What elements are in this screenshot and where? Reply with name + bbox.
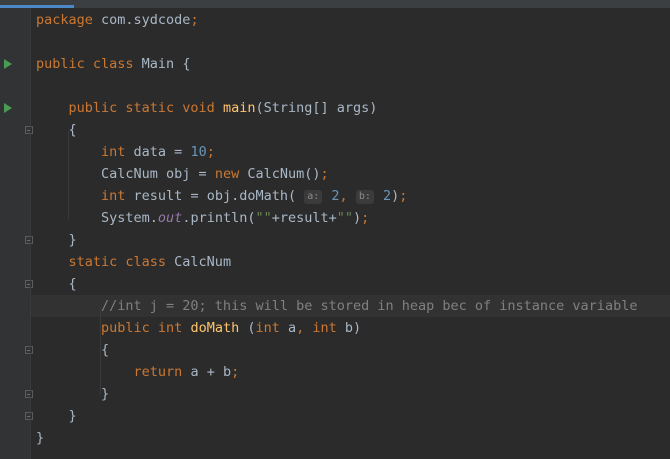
code-token: public static void — [36, 100, 223, 116]
code-line[interactable]: } — [36, 405, 77, 427]
code-token: ; — [231, 364, 240, 380]
code-token: int — [36, 188, 134, 204]
code-token: public class — [36, 56, 142, 72]
code-line[interactable]: public static void main(String[] args) — [36, 97, 378, 119]
code-token: return — [36, 364, 191, 380]
code-line[interactable]: System.out.println(""+result+""); — [36, 207, 369, 229]
code-token: int — [312, 320, 345, 336]
code-token: ; — [190, 12, 199, 28]
code-token: result = obj.doMath( — [133, 188, 305, 204]
code-line[interactable]: package com.sydcode; — [36, 9, 199, 31]
code-token: CalcNum() — [247, 166, 321, 182]
code-token: b) — [344, 320, 362, 336]
code-token: ) — [353, 210, 362, 226]
run-gutter-icon[interactable] — [4, 103, 12, 113]
code-line[interactable]: { — [36, 339, 109, 361]
code-token: new — [214, 166, 248, 182]
code-line[interactable]: public int doMath (int a, int b) — [36, 317, 361, 339]
code-token: int — [36, 144, 134, 160]
code-token: 2 — [374, 188, 392, 204]
code-line[interactable]: } — [36, 383, 109, 405]
code-token: "" — [336, 210, 354, 226]
code-token: 10 — [190, 144, 207, 160]
line-gutter — [0, 8, 33, 459]
code-line[interactable]: } — [36, 229, 77, 251]
code-token: a + b — [190, 364, 232, 380]
code-token: main — [222, 100, 256, 116]
code-token: { — [36, 342, 110, 358]
code-line[interactable]: //int j = 20; this will be stored in hea… — [36, 295, 637, 317]
code-token: Main — [141, 56, 183, 72]
code-token: { — [182, 56, 191, 72]
parameter-hint: b: — [355, 190, 374, 204]
code-line[interactable]: return a + b; — [36, 361, 240, 383]
code-token: { — [36, 122, 77, 138]
code-line[interactable]: int result = obj.doMath( a: 2, b: 2); — [36, 185, 407, 207]
code-line[interactable]: { — [36, 119, 77, 141]
code-token: +result+ — [271, 210, 337, 226]
editor-tab-bar — [0, 0, 670, 8]
code-token: //int j = 20; this will be stored in hea… — [36, 298, 638, 314]
code-token: System. — [36, 210, 158, 226]
code-line[interactable]: } — [36, 427, 44, 449]
code-token: static class — [36, 254, 175, 270]
code-token: com.sydcode — [101, 12, 191, 28]
code-token: ; — [206, 144, 215, 160]
code-line[interactable]: int data = 10; — [36, 141, 215, 163]
code-token: doMath — [190, 320, 248, 336]
code-editor[interactable]: package com.sydcode; public class Main { … — [31, 8, 670, 459]
code-token: } — [36, 386, 110, 402]
code-token: } — [36, 408, 77, 424]
parameter-hint: a: — [304, 190, 323, 204]
code-line[interactable]: static class CalcNum — [36, 251, 232, 273]
code-token: package — [36, 12, 102, 28]
code-token: ; — [361, 210, 370, 226]
code-token: , — [339, 188, 356, 204]
code-token: public int — [36, 320, 191, 336]
code-token: ; — [320, 166, 329, 182]
code-token: int — [255, 320, 288, 336]
code-token: } — [36, 232, 77, 248]
code-token: .println( — [182, 210, 256, 226]
code-token: , — [296, 320, 313, 336]
code-token: CalcNum — [174, 254, 232, 270]
code-token: (String[] args) — [255, 100, 378, 116]
code-token: 2 — [323, 188, 340, 204]
run-gutter-icon[interactable] — [4, 59, 12, 69]
code-token: data = — [133, 144, 191, 160]
code-line[interactable]: { — [36, 273, 77, 295]
code-token: a — [288, 320, 297, 336]
code-token: } — [36, 430, 45, 446]
code-line[interactable]: CalcNum obj = new CalcNum(); — [36, 163, 329, 185]
code-token: CalcNum obj = — [36, 166, 215, 182]
code-token: out — [157, 210, 183, 226]
code-token: "" — [255, 210, 272, 226]
code-token: { — [36, 276, 77, 292]
code-token: ; — [399, 188, 408, 204]
code-line[interactable]: public class Main { — [36, 53, 190, 75]
